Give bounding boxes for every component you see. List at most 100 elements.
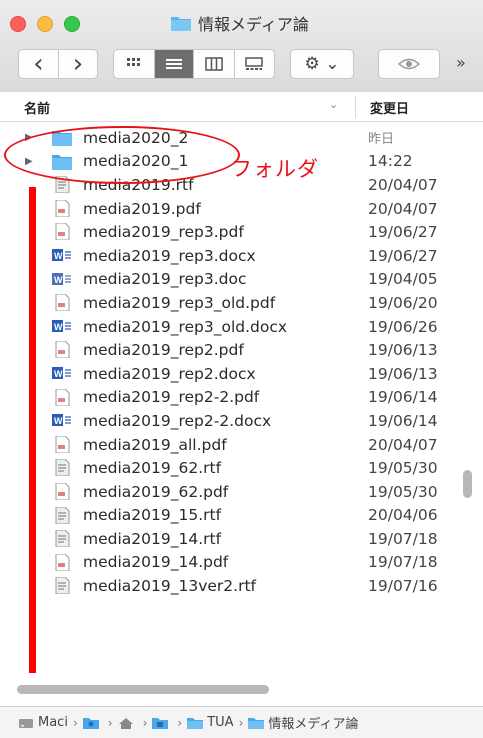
file-row[interactable]: Wmedia2019_rep3.docx 19/06/27 — [0, 244, 483, 268]
file-row[interactable]: media2019_62.rtf 19/05/30 — [0, 456, 483, 480]
docx-icon: W — [52, 318, 72, 335]
file-name: media2019_15.rtf — [83, 506, 222, 525]
column-divider[interactable] — [355, 96, 356, 118]
file-date: 19/06/20 — [368, 293, 438, 312]
docx-icon: W — [52, 247, 72, 264]
close-button[interactable] — [10, 16, 26, 32]
file-row[interactable]: Wmedia2019_rep3_old.docx 19/06/26 — [0, 315, 483, 339]
path-crumb[interactable]: › — [118, 716, 153, 730]
view-mode-control — [113, 49, 275, 79]
file-row[interactable]: media2019.pdf 20/04/07 — [0, 197, 483, 221]
column-view-button[interactable] — [193, 50, 234, 78]
svg-text:W: W — [54, 369, 63, 379]
file-row[interactable]: Wmedia2019_rep2-2.docx 19/06/14 — [0, 409, 483, 433]
window-title-label: 情報メディア論 — [198, 15, 309, 34]
file-date: 19/06/27 — [368, 223, 438, 242]
rtf-icon — [52, 529, 72, 548]
pdf-icon — [52, 293, 72, 312]
file-row[interactable]: media2019_13ver2.rtf 19/07/16 — [0, 574, 483, 598]
file-date: 20/04/06 — [368, 506, 438, 525]
toolbar-overflow-button[interactable]: » — [456, 53, 466, 72]
file-name: media2019_rep2.docx — [83, 364, 256, 383]
file-date: 19/07/18 — [368, 553, 438, 572]
forward-button[interactable]: › — [57, 49, 97, 79]
name-column-header[interactable]: 名前 — [24, 98, 50, 117]
file-row[interactable]: media2019_rep2-2.pdf 19/06/14 — [0, 386, 483, 410]
file-date: 19/06/14 — [368, 411, 438, 430]
folder-icon — [248, 717, 265, 729]
file-date: 20/04/07 — [368, 435, 438, 454]
file-row[interactable]: media2019_all.pdf 20/04/07 — [0, 433, 483, 457]
file-name: media2019_14.rtf — [83, 529, 222, 548]
folder-highlight-ellipse — [4, 126, 240, 184]
path-crumb[interactable]: Maci › — [18, 715, 83, 730]
icon-view-button[interactable] — [114, 50, 154, 78]
file-date: 19/05/30 — [368, 482, 438, 501]
file-date: 20/04/07 — [368, 199, 438, 218]
file-date: 19/07/18 — [368, 529, 438, 548]
file-date: 19/06/27 — [368, 246, 438, 265]
file-name: media2019_rep2-2.docx — [83, 411, 272, 430]
path-crumb[interactable]: 情報メディア論 — [248, 713, 358, 732]
file-row[interactable]: Wmedia2019_rep2.docx 19/06/13 — [0, 362, 483, 386]
documents-folder-icon — [152, 717, 169, 729]
file-row[interactable]: media2019_rep3_old.pdf 19/06/20 — [0, 291, 483, 315]
path-crumb[interactable]: › — [152, 716, 187, 730]
list-view-button[interactable] — [153, 50, 194, 78]
file-list: ▶ media2020_2 昨日 ▶ media2020_1 14:22 media2019… — [0, 126, 483, 598]
file-row[interactable]: media2019_rep3.pdf 19/06/27 — [0, 220, 483, 244]
gallery-view-button[interactable] — [233, 50, 274, 78]
rtf-icon — [52, 458, 72, 477]
file-row[interactable]: Wmedia2019_rep3.doc 19/04/05 — [0, 268, 483, 292]
docx-icon: W — [52, 365, 72, 382]
horizontal-scrollbar[interactable] — [17, 685, 269, 694]
file-row[interactable]: media2019_15.rtf 20/04/06 — [0, 504, 483, 528]
file-name: media2019.pdf — [83, 199, 201, 218]
file-name: media2019_13ver2.rtf — [83, 577, 256, 596]
pdf-icon — [52, 482, 72, 501]
gear-icon: ⚙ ⌄ — [304, 54, 340, 74]
file-date: 19/06/13 — [368, 364, 438, 383]
pdf-icon — [52, 340, 72, 359]
file-name: media2019_62.rtf — [83, 459, 222, 478]
file-row[interactable]: media2019_rep2.pdf 19/06/13 — [0, 338, 483, 362]
chevron-right-icon: › — [72, 49, 84, 79]
file-date: 19/06/26 — [368, 317, 438, 336]
svg-text:W: W — [54, 322, 63, 332]
nav-buttons: ‹ › — [18, 49, 98, 79]
path-crumb-label: Maci — [38, 715, 68, 730]
path-separator-icon: › — [177, 715, 183, 730]
folder-annotation-label: フォルダ — [231, 157, 319, 181]
doc-icon: W — [52, 271, 72, 288]
file-name: media2019_rep3.docx — [83, 246, 256, 265]
path-separator-icon: › — [107, 715, 113, 730]
files-highlight-bar — [29, 187, 36, 673]
vertical-scrollbar[interactable] — [463, 470, 472, 498]
path-crumb[interactable]: › — [82, 715, 118, 730]
file-row[interactable]: media2019_14.pdf 19/07/18 — [0, 551, 483, 575]
folder-icon — [171, 17, 191, 31]
path-crumb[interactable]: TUA › — [187, 715, 248, 730]
file-date: 19/06/13 — [368, 341, 438, 360]
gallery-icon — [245, 57, 264, 70]
path-separator-icon: › — [142, 715, 148, 730]
file-row[interactable]: media2019_62.pdf 19/05/30 — [0, 480, 483, 504]
file-date: 19/04/05 — [368, 270, 438, 289]
file-name: media2019_14.pdf — [83, 553, 229, 572]
file-date: 14:22 — [368, 152, 413, 171]
zoom-button[interactable] — [64, 16, 80, 32]
rtf-icon — [52, 506, 72, 524]
file-row[interactable]: media2019_14.rtf 19/07/18 — [0, 527, 483, 551]
action-menu-button[interactable]: ⚙ ⌄ — [290, 49, 354, 79]
minimize-button[interactable] — [37, 16, 53, 32]
quick-look-button[interactable] — [378, 49, 440, 79]
finder-window: 情報メディア論 ‹ › ⚙ ⌄ » 名前 ⌄ 変更日 ▶ media2020_2… — [0, 0, 483, 738]
pdf-icon — [52, 222, 72, 241]
file-name: media2019_rep3.pdf — [83, 223, 244, 242]
date-column-header[interactable]: 変更日 — [370, 98, 409, 117]
file-date: 19/06/14 — [368, 388, 438, 407]
grid-icon — [126, 58, 140, 66]
eye-icon — [398, 58, 420, 70]
back-button[interactable]: ‹ — [19, 50, 58, 78]
path-bar: Maci › › › › TUA › 情報メディア論 — [0, 706, 483, 738]
